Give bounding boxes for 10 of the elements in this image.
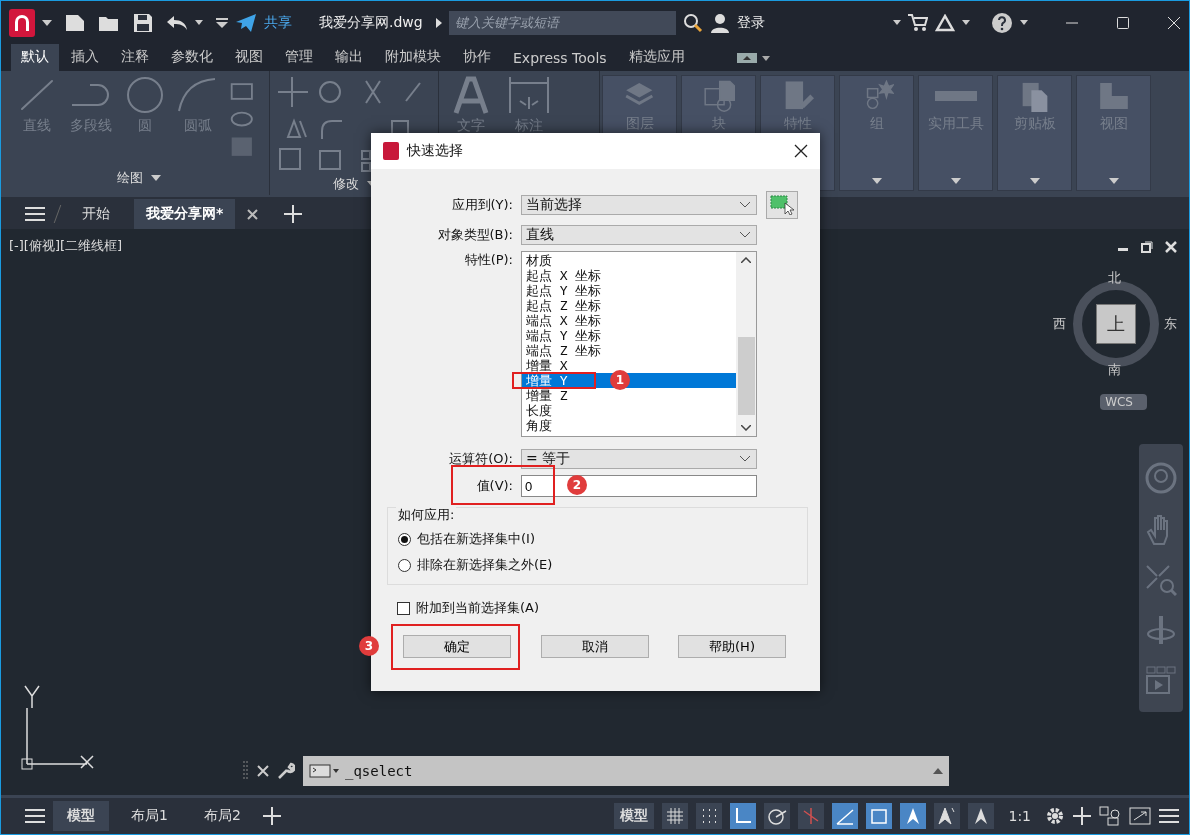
field-label: 应用到(Y):: [451, 196, 513, 214]
dialog-title: 快速选择: [407, 142, 464, 160]
group-label: 如何应用:: [396, 506, 457, 524]
field-label: 对象类型(B):: [437, 226, 513, 244]
window-title: 我爱分享网.dwg: [319, 13, 423, 32]
step-badge: 3: [359, 636, 379, 656]
field-label: 运算符(O):: [449, 450, 513, 468]
step-badge: 1: [610, 370, 630, 390]
field-label: 值(V):: [476, 477, 513, 495]
field-label: 特性(P):: [464, 251, 513, 269]
